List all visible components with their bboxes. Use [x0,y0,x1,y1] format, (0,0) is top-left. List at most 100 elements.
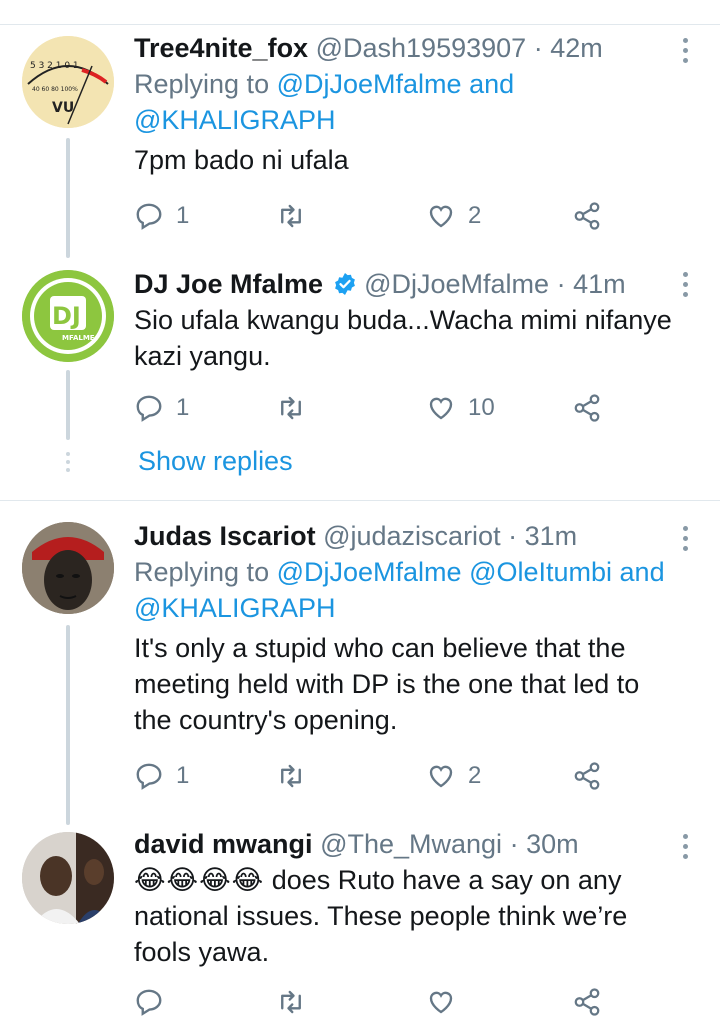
user-handle[interactable]: @Dash19593907 [316,33,527,63]
tweet-text: Sio ufala kwangu buda...Wacha mimi nifan… [134,302,674,374]
tweet-text: 7pm bado ni ufala [134,145,349,175]
share-button[interactable] [572,388,602,428]
user-handle[interactable]: @DjJoeMfalme [364,269,549,299]
tweet-header: david mwangi @The_Mwangi · 30m [134,826,674,862]
timestamp[interactable]: 42m [550,33,603,63]
replying-to: Replying to @DjJoeMfalme and @KHALIGRAPH [134,66,674,138]
share-icon [574,762,600,790]
tweet-text-line: Sio ufala kwangu buda...Wacha mimi nifan… [134,305,672,335]
more-icon[interactable] [678,272,692,302]
avatar[interactable]: DJ MFALME [22,270,114,362]
separator: · [508,521,518,551]
share-icon [574,988,600,1016]
thread-line [66,625,70,825]
display-name[interactable]: DJ Joe Mfalme [134,269,323,299]
share-icon [574,394,600,422]
show-replies-link[interactable]: Show replies [138,446,293,477]
tweet-text-line: meeting held with DP is the one that led… [134,669,640,699]
avatar[interactable] [22,522,114,614]
mention-link[interactable]: @DjJoeMfalme [277,69,462,99]
tweet-text-line: does Ruto have a say on any [264,865,622,895]
like-count: 2 [468,762,482,789]
retweet-button[interactable] [276,196,318,236]
timestamp[interactable]: 41m [573,269,626,299]
tweet-text-line: the country's opening. [134,705,398,735]
reply-button[interactable]: 1 [134,388,189,428]
thread-dots [66,452,70,476]
retweet-button[interactable] [276,756,318,796]
more-icon[interactable] [678,834,692,864]
tweet-text: 😂😂😂😂 does Ruto have a say on any nationa… [134,862,674,970]
like-icon [429,991,453,1014]
and-others-link[interactable]: and [620,557,665,587]
like-button[interactable]: 2 [426,196,481,236]
separator: · [556,269,566,299]
retweet-button[interactable] [276,388,318,428]
tweet-header: DJ Joe Mfalme @DjJoeMfalme · 41m [134,266,674,302]
like-count: 10 [468,394,495,421]
tweet-text: It's only a stupid who can believe that … [134,630,674,738]
display-name[interactable]: david mwangi [134,829,313,859]
reply-icon [136,989,162,1016]
like-button[interactable] [426,982,468,1022]
like-icon [429,765,453,788]
thread-line [66,370,70,440]
tweet-actions: 1 10 [134,388,614,428]
tweet[interactable]: Tree4nite_fox @Dash19593907 · 42m Replyi… [134,30,674,178]
tweet[interactable]: DJ Joe Mfalme @DjJoeMfalme · 41m Sio ufa… [134,266,674,374]
replying-to: Replying to @DjJoeMfalme @OleItumbi and … [134,554,674,626]
tweet-actions: 1 2 [134,196,614,236]
top-divider [0,24,720,25]
photo-avatar [22,832,114,924]
timestamp[interactable]: 31m [525,521,578,551]
reply-icon [136,395,162,422]
display-name[interactable]: Tree4nite_fox [134,33,308,63]
section-divider [0,500,720,501]
reply-button[interactable]: 1 [134,756,189,796]
timestamp[interactable]: 30m [526,829,579,859]
like-count: 2 [468,202,482,229]
svg-text:40 60 80 100%: 40 60 80 100% [32,86,78,93]
user-handle[interactable]: @The_Mwangi [320,829,502,859]
dj-logo-avatar: DJ MFALME [22,270,114,362]
tweet-text-line: fools yawa. [134,937,270,967]
avatar[interactable]: 5 3 2 1 0 1 40 60 80 100% VU [22,36,114,128]
tweet-text-line: It's only a stupid who can believe that … [134,633,626,663]
like-icon [429,397,453,420]
mention-link[interactable]: @KHALIGRAPH [134,105,335,135]
like-button[interactable]: 10 [426,388,495,428]
svg-text:VU: VU [52,100,74,116]
emoji-group: 😂😂😂😂 [134,865,265,895]
tweet[interactable]: david mwangi @The_Mwangi · 30m 😂😂😂😂 does… [134,826,674,970]
reply-button[interactable]: 1 [134,196,189,236]
more-icon[interactable] [678,38,692,68]
reply-icon [136,763,162,790]
reply-count: 1 [176,394,190,421]
verified-icon [334,273,355,295]
tweet[interactable]: Judas Iscariot @judaziscariot · 31m Repl… [134,518,674,738]
replying-prefix: Replying to [134,69,270,99]
reply-button[interactable] [134,982,176,1022]
avatar[interactable] [22,832,114,924]
display-name[interactable]: Judas Iscariot [134,521,316,551]
retweet-button[interactable] [276,982,318,1022]
user-handle[interactable]: @judaziscariot [323,521,500,551]
like-icon [429,205,453,228]
separator: · [533,33,543,63]
share-button[interactable] [572,756,602,796]
mention-link[interactable]: @KHALIGRAPH [134,593,335,623]
share-icon [574,202,600,230]
like-button[interactable]: 2 [426,756,481,796]
face-avatar [22,522,114,614]
tweet-actions [134,982,614,1022]
more-icon[interactable] [678,526,692,556]
svg-text:MFALME: MFALME [62,334,95,342]
share-button[interactable] [572,982,602,1022]
mention-link[interactable]: @DjJoeMfalme @OleItumbi [277,557,612,587]
svg-text:DJ: DJ [52,302,81,330]
tweet-header: Judas Iscariot @judaziscariot · 31m [134,518,674,554]
and-others-link[interactable]: and [469,69,514,99]
reply-icon [136,203,162,230]
vu-meter-avatar: 5 3 2 1 0 1 40 60 80 100% VU [22,36,114,128]
share-button[interactable] [572,196,602,236]
